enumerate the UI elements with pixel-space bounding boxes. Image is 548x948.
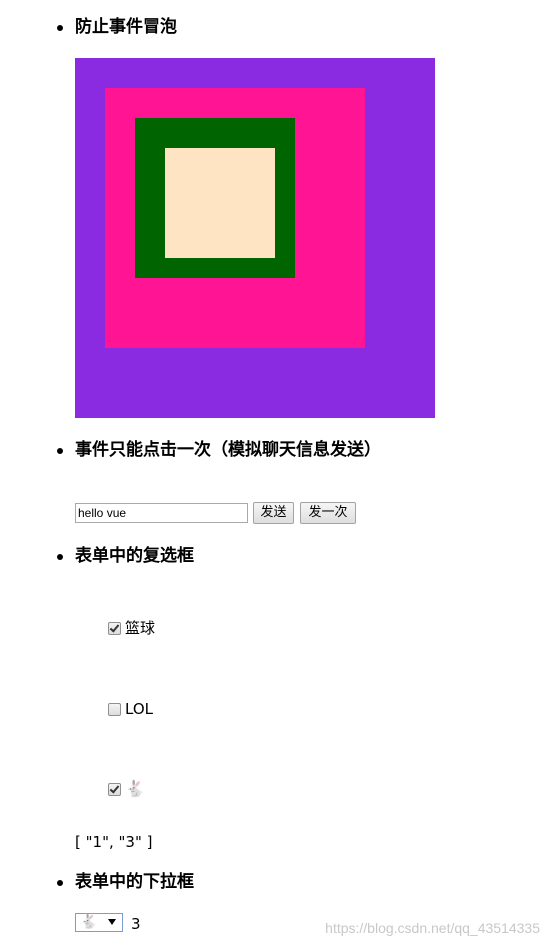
page: 防止事件冒泡 事件只能点击一次（模拟聊天信息发送） 发送 发一次 表单中的复选框… [0,0,548,948]
checked-values-output: [ "1", "3" ] [75,833,153,851]
checkbox-row-basketball[interactable]: 篮球 [108,618,155,638]
send-button[interactable]: 发送 [253,502,294,524]
section-heading-bubble: 防止事件冒泡 [75,17,177,37]
section-heading-once: 事件只能点击一次（模拟聊天信息发送） [75,440,381,460]
rabbit-icon: 🐇 [80,914,98,930]
select-value-output: 3 [131,915,141,933]
checkbox-row-lol[interactable]: LOL [108,699,153,719]
rabbit-icon: 🐇 [125,779,145,798]
checkbox-basketball[interactable] [108,621,121,635]
section-heading-checkbox: 表单中的复选框 [75,546,194,566]
section-heading-select: 表单中的下拉框 [75,872,194,892]
list-bullet [57,448,63,454]
inner-box[interactable] [165,148,275,258]
checkbox-label: LOL [125,700,153,718]
list-bullet [57,25,63,31]
message-input[interactable] [75,503,248,523]
checkbox-lol[interactable] [108,702,121,716]
watermark: https://blog.csdn.net/qq_43514335 [325,920,540,936]
list-bullet [57,880,63,886]
dropdown-arrow-icon [108,919,116,925]
list-bullet [57,554,63,560]
send-once-button[interactable]: 发一次 [300,502,356,524]
animal-select[interactable]: 🐇 [75,913,123,932]
checkbox-row-rabbit[interactable]: 🐇 [108,779,145,799]
checkbox-label: 篮球 [125,619,156,637]
checkbox-rabbit[interactable] [108,782,121,796]
